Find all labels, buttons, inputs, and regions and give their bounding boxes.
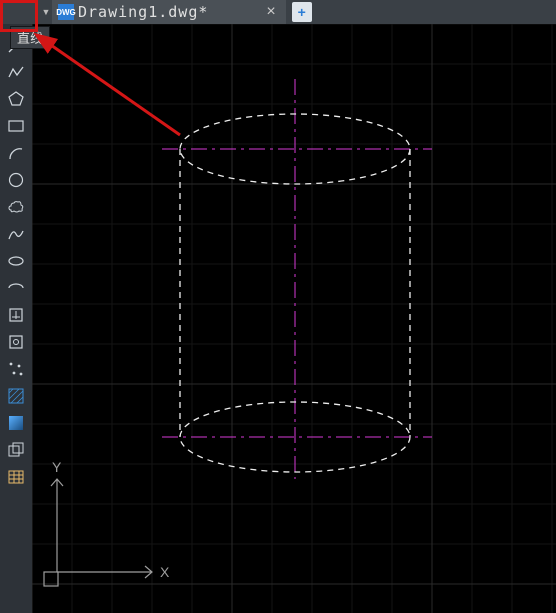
tab-bar: ▼ DWG Drawing1.dwg* × + <box>0 0 556 24</box>
hatch-tool[interactable] <box>5 385 27 407</box>
grid <box>32 24 556 613</box>
point-tool[interactable] <box>5 358 27 380</box>
file-tab-label: Drawing1.dwg* <box>78 3 258 21</box>
make-block-tool[interactable] <box>5 331 27 353</box>
ellipse-tool[interactable] <box>5 250 27 272</box>
ellipse-arc-tool[interactable] <box>5 277 27 299</box>
region-tool[interactable] <box>5 439 27 461</box>
spacer <box>0 0 40 24</box>
dwg-file-icon: DWG <box>58 4 74 20</box>
close-tab-button[interactable]: × <box>262 3 279 21</box>
polyline-tool[interactable] <box>5 61 27 83</box>
insert-block-tool[interactable] <box>5 304 27 326</box>
draw-toolbar <box>0 24 32 613</box>
file-icon-text: DWG <box>56 8 76 17</box>
ucs-icon: X Y <box>44 459 170 586</box>
rectangle-tool[interactable] <box>5 115 27 137</box>
ucs-y-label: Y <box>52 459 62 475</box>
quick-access-dropdown[interactable]: ▼ <box>40 0 52 24</box>
ucs-x-label: X <box>160 564 170 580</box>
arc-tool[interactable] <box>5 142 27 164</box>
line-tool-tooltip: 直线 <box>10 26 50 49</box>
spline-tool[interactable] <box>5 223 27 245</box>
revision-cloud-tool[interactable] <box>5 196 27 218</box>
new-tab-button[interactable]: + <box>292 2 312 22</box>
chevron-down-icon: ▼ <box>42 7 51 17</box>
polygon-tool[interactable] <box>5 88 27 110</box>
gradient-tool[interactable] <box>5 412 27 434</box>
plus-icon: + <box>298 4 306 20</box>
file-tab[interactable]: DWG Drawing1.dwg* × <box>52 0 286 24</box>
drawing-canvas[interactable]: X Y <box>32 24 556 613</box>
table-tool[interactable] <box>5 466 27 488</box>
circle-tool[interactable] <box>5 169 27 191</box>
